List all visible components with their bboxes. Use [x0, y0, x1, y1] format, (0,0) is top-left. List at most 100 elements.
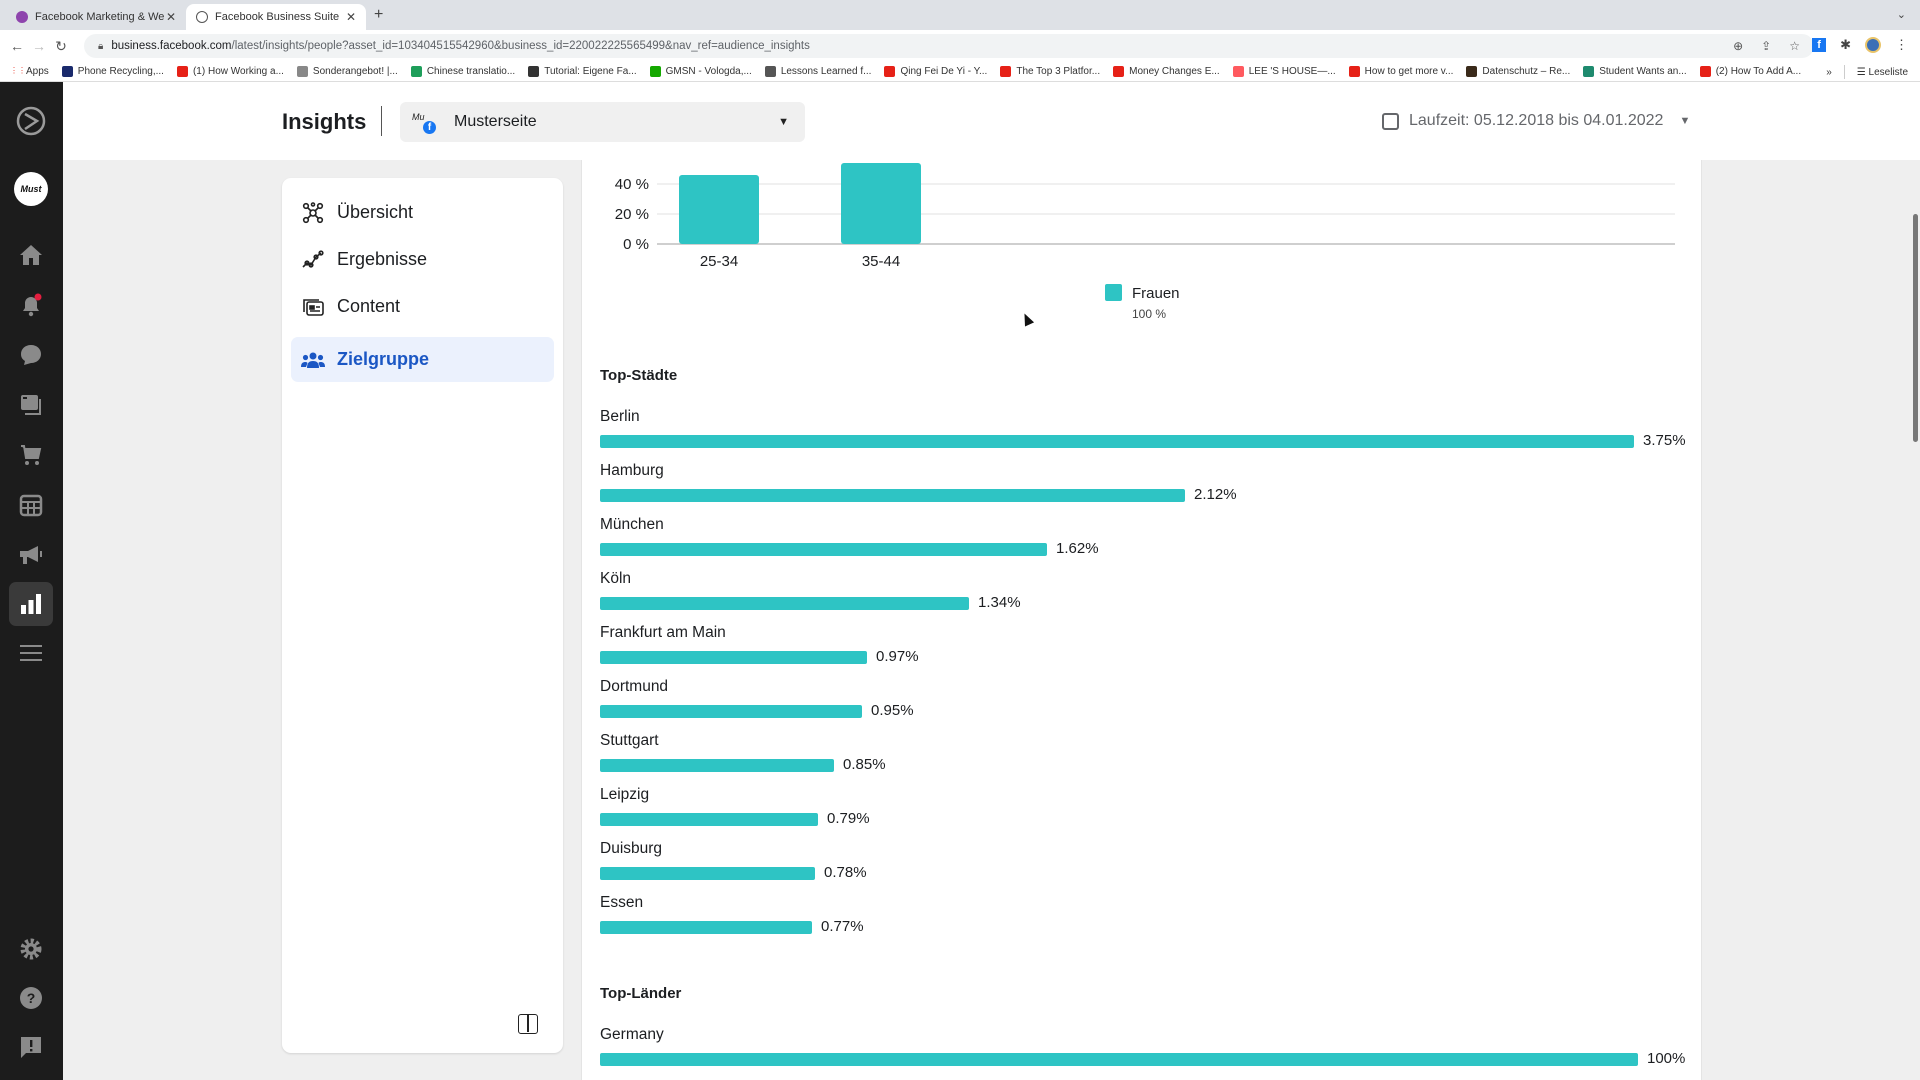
- ads-megaphone-icon[interactable]: [14, 538, 48, 572]
- legend-value: 100 %: [1132, 307, 1166, 321]
- legend-label: Frauen: [1132, 285, 1180, 302]
- bookmark-item[interactable]: Sonderangebot! |...: [296, 66, 398, 77]
- posts-icon[interactable]: [14, 388, 48, 422]
- top-cities-title: Top-Städte: [600, 367, 678, 384]
- bookmark-item[interactable]: How to get more v...: [1348, 66, 1453, 77]
- browser-menu-icon[interactable]: ⋮: [1895, 37, 1908, 53]
- y-tick-label: 40 %: [615, 176, 649, 193]
- bar-track: [600, 705, 862, 718]
- browser-tab-active[interactable]: Facebook Business Suite ✕: [186, 4, 366, 30]
- bookmark-star-icon[interactable]: ☆: [1789, 39, 1800, 53]
- forward-button[interactable]: →: [28, 38, 50, 54]
- chevron-down-icon: ▼: [778, 116, 789, 128]
- page-avatar-icon[interactable]: Must: [14, 172, 48, 206]
- bookmark-item[interactable]: Qing Fei De Yi - Y...: [884, 66, 987, 77]
- bookmark-item[interactable]: GMSN - Vologda,...: [649, 66, 752, 77]
- bar-label: Dortmund: [600, 678, 669, 695]
- inbox-chat-icon[interactable]: [14, 338, 48, 372]
- page-selector-value: Musterseite: [454, 113, 537, 130]
- commerce-cart-icon[interactable]: [14, 438, 48, 472]
- reload-button[interactable]: ↻: [50, 38, 72, 55]
- nav-item-content[interactable]: Content: [291, 284, 554, 329]
- bookmark-item[interactable]: Chinese translatio...: [410, 66, 515, 77]
- content-icon: [301, 295, 325, 319]
- bookmark-item[interactable]: Tutorial: Eigene Fa...: [528, 66, 637, 77]
- notifications-bell-icon[interactable]: [14, 288, 48, 322]
- bookmark-item[interactable]: Phone Recycling,...: [61, 66, 164, 77]
- bar-fill: [600, 1053, 1638, 1066]
- all-tools-menu-icon[interactable]: [14, 636, 48, 670]
- bookmarks-overflow-button[interactable]: »: [1826, 67, 1832, 78]
- page-scrollbar[interactable]: [1913, 214, 1918, 442]
- tab-title: Facebook Business Suite: [215, 11, 340, 23]
- nav-item-audience[interactable]: Zielgruppe: [291, 337, 554, 382]
- nav-item-label: Content: [337, 296, 401, 316]
- bar-label: München: [600, 516, 664, 533]
- bar-track: [600, 813, 818, 826]
- zoom-icon[interactable]: ⊕: [1733, 39, 1743, 53]
- browser-tab[interactable]: Facebook Marketing & Werbea ✕: [6, 4, 186, 30]
- date-range-picker[interactable]: Laufzeit: 05.12.2018 bis 04.01.2022 ▼: [1382, 112, 1690, 130]
- bookmark-label: Apps: [26, 66, 49, 77]
- extensions-puzzle-icon[interactable]: ✱: [1840, 37, 1851, 53]
- help-icon[interactable]: ?: [14, 981, 48, 1015]
- overview-icon: [301, 201, 325, 225]
- settings-gear-icon[interactable]: [14, 932, 48, 966]
- date-range-label: Laufzeit: 05.12.2018 bis 04.01.2022: [1409, 112, 1664, 129]
- home-icon[interactable]: [14, 238, 48, 272]
- back-button[interactable]: ←: [6, 38, 28, 54]
- bookmark-item[interactable]: The Top 3 Platfor...: [1000, 66, 1100, 77]
- bookmark-item[interactable]: (2) How To Add A...: [1699, 66, 1801, 77]
- collapse-sidebar-icon[interactable]: [518, 1014, 538, 1034]
- bookmark-item[interactable]: ⋮⋮ Apps: [10, 66, 49, 77]
- bar-row: Hamburg 2.12%: [600, 462, 1700, 516]
- bar-fill: [600, 759, 834, 772]
- planner-calendar-icon[interactable]: [14, 488, 48, 522]
- bar-track: [600, 543, 1047, 556]
- reading-list-button[interactable]: ☰ Leseliste: [1857, 67, 1908, 78]
- close-tab-icon[interactable]: ✕: [346, 10, 356, 24]
- bookmark-item[interactable]: Money Changes E...: [1113, 66, 1220, 77]
- address-bar-row: ← → ↻ 🔒︎ business.facebook.com/latest/in…: [0, 30, 1920, 62]
- bar-label: Leipzig: [600, 786, 650, 803]
- bar-track: [600, 759, 834, 772]
- business-suite-logo-icon[interactable]: [14, 104, 48, 138]
- facebook-extension-icon[interactable]: f: [1812, 38, 1827, 52]
- bookmark-item[interactable]: Lessons Learned f...: [764, 66, 871, 77]
- insights-nav-card: Übersicht Ergebnisse Content Zielgruppe: [282, 178, 563, 1053]
- bar-track: [600, 597, 969, 610]
- bookmark-label: Qing Fei De Yi - Y...: [900, 66, 988, 77]
- share-icon[interactable]: ⇪: [1761, 39, 1771, 53]
- bar-label: Duisburg: [600, 840, 663, 857]
- close-tab-icon[interactable]: ✕: [166, 10, 176, 24]
- bookmark-favicon-icon: ⋮⋮: [10, 66, 26, 75]
- nav-item-overview[interactable]: Übersicht: [291, 190, 554, 235]
- bookmark-item[interactable]: (1) How Working a...: [176, 66, 284, 77]
- browser-tab-bar: Facebook Marketing & Werbea ✕ Facebook B…: [0, 0, 1920, 30]
- nav-item-results[interactable]: Ergebnisse: [291, 237, 554, 282]
- bar-fill: [600, 705, 862, 718]
- feedback-icon[interactable]: [14, 1030, 48, 1064]
- bookmark-item[interactable]: Student Wants an...: [1583, 66, 1687, 77]
- insights-chart-icon[interactable]: [9, 582, 53, 626]
- bookmark-favicon-icon: [1232, 66, 1244, 77]
- bar-35-44: [841, 163, 921, 244]
- results-icon: [301, 248, 325, 272]
- page-selector-dropdown[interactable]: Mu f Musterseite ▼: [400, 102, 805, 142]
- bar-row: Leipzig 0.79%: [600, 786, 1700, 840]
- bookmark-favicon-icon: [764, 66, 776, 77]
- chevron-down-icon: ▼: [1679, 115, 1691, 127]
- bar-label: Essen: [600, 894, 644, 911]
- bookmark-item[interactable]: Datenschutz – Re...: [1466, 66, 1570, 77]
- bar-track: [600, 1053, 1638, 1066]
- profile-avatar[interactable]: [1865, 37, 1881, 53]
- url-input[interactable]: 🔒︎ business.facebook.com/latest/insights…: [84, 34, 1814, 58]
- new-tab-button[interactable]: +: [374, 6, 383, 24]
- bar-fill: [600, 435, 1634, 448]
- bar-fill: [600, 489, 1185, 502]
- bookmark-favicon-icon: [410, 66, 422, 77]
- tab-search-chevron-icon[interactable]: ⌄: [1897, 8, 1906, 21]
- bar-value: 1.34%: [978, 594, 1021, 611]
- bookmark-item[interactable]: LEE 'S HOUSE—...: [1232, 66, 1336, 77]
- y-tick-label: 0 %: [623, 236, 649, 253]
